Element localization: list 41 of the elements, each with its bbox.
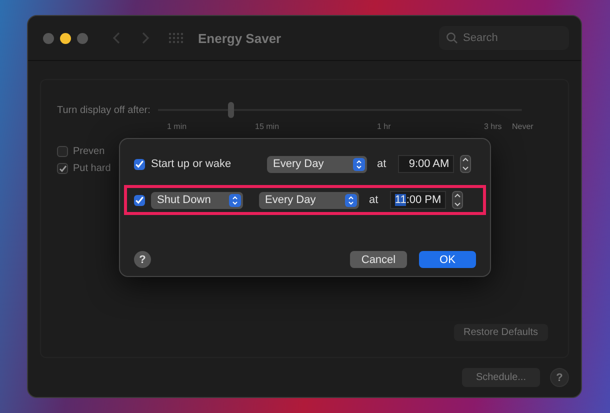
tick-label: 15 min <box>255 122 280 131</box>
window-title: Energy Saver <box>198 30 282 46</box>
event-dropdown[interactable]: Shut Down <box>151 192 243 208</box>
search-field[interactable]: Search <box>439 26 569 50</box>
search-icon <box>446 32 458 44</box>
minimize-button[interactable] <box>60 32 71 44</box>
checkbox[interactable] <box>57 146 68 157</box>
days-dropdown[interactable]: Every Day <box>259 192 359 208</box>
close-button[interactable] <box>43 32 54 44</box>
schedule-button[interactable]: Schedule... <box>462 368 540 387</box>
tick-label: 1 hr <box>377 122 391 131</box>
tick-label: 3 hrs <box>484 122 502 131</box>
slider-label: Turn display off after: <box>57 104 150 116</box>
checkbox[interactable] <box>134 158 145 170</box>
up-down-chevron-icon <box>353 158 365 170</box>
slider-thumb[interactable] <box>228 102 234 118</box>
stepper-icon[interactable] <box>452 191 464 209</box>
option-label: Preven <box>73 146 105 157</box>
zoom-button[interactable] <box>77 32 88 44</box>
up-down-chevron-icon <box>229 194 241 206</box>
up-down-chevron-icon <box>345 194 357 206</box>
tick-label: Never <box>512 122 534 131</box>
cancel-button[interactable]: Cancel <box>350 251 407 268</box>
help-button[interactable]: ? <box>550 368 569 387</box>
restore-defaults-button[interactable]: Restore Defaults <box>454 324 548 341</box>
help-button[interactable]: ? <box>134 251 151 268</box>
grid-icon[interactable] <box>168 32 184 44</box>
at-label: at <box>369 194 378 206</box>
time-field[interactable]: 9:00 AM <box>398 155 454 173</box>
forward-icon[interactable] <box>140 31 150 45</box>
days-dropdown[interactable]: Every Day <box>267 156 367 172</box>
at-label: at <box>377 158 386 170</box>
stepper-icon[interactable] <box>460 155 472 173</box>
checkbox[interactable] <box>57 163 68 174</box>
back-icon[interactable] <box>112 31 122 45</box>
tick-label: 1 min <box>167 122 187 131</box>
checkbox[interactable] <box>134 194 145 206</box>
ok-button[interactable]: OK <box>419 251 476 268</box>
event-label: Start up or wake <box>151 158 232 170</box>
time-field[interactable]: 11:00 PM <box>390 191 446 209</box>
option-label: Put hard <box>73 163 111 174</box>
